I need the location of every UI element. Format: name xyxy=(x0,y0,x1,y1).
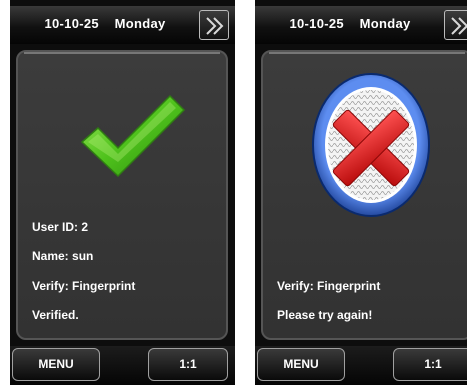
user-id-text: User ID: 2 xyxy=(32,220,89,234)
verify-result-text: Please try again! xyxy=(277,308,373,322)
date-display: 10-10-25 Monday xyxy=(10,16,200,31)
bottom-bar: MENU 1:1 xyxy=(10,346,235,385)
device-screen-verified: 10-10-25 Monday User ID: 2 Name: sun Ver… xyxy=(10,0,235,385)
user-name-text: Name: sun xyxy=(32,249,94,263)
device-screen-failed: 10-10-25 Monday Verify: Fingerprint Plea… xyxy=(255,0,467,385)
next-page-button[interactable] xyxy=(199,10,229,40)
status-panel: Verify: Fingerprint Please try again! xyxy=(261,50,467,340)
status-panel: User ID: 2 Name: sun Verify: Fingerprint… xyxy=(16,50,228,340)
weekday-text: Monday xyxy=(114,16,166,31)
bottom-bar: MENU 1:1 xyxy=(255,346,467,385)
date-text: 10-10-25 xyxy=(289,16,344,31)
ratio-button[interactable]: 1:1 xyxy=(393,348,467,381)
verify-result-text: Verified. xyxy=(32,308,79,322)
menu-button[interactable]: MENU xyxy=(257,348,345,381)
verify-method-text: Verify: Fingerprint xyxy=(32,279,136,293)
weekday-text: Monday xyxy=(359,16,411,31)
date-text: 10-10-25 xyxy=(44,16,99,31)
top-bar: 10-10-25 Monday xyxy=(10,6,235,44)
top-bar: 10-10-25 Monday xyxy=(255,6,467,44)
ratio-button[interactable]: 1:1 xyxy=(148,348,228,381)
checkmark-icon xyxy=(78,92,188,187)
date-display: 10-10-25 Monday xyxy=(255,16,445,31)
double-chevron-right-icon xyxy=(206,17,224,35)
fingerprint-fail-icon xyxy=(309,70,433,225)
menu-button[interactable]: MENU xyxy=(12,348,100,381)
double-chevron-right-icon xyxy=(451,17,467,35)
next-page-button[interactable] xyxy=(444,10,467,40)
verify-method-text: Verify: Fingerprint xyxy=(277,279,381,293)
